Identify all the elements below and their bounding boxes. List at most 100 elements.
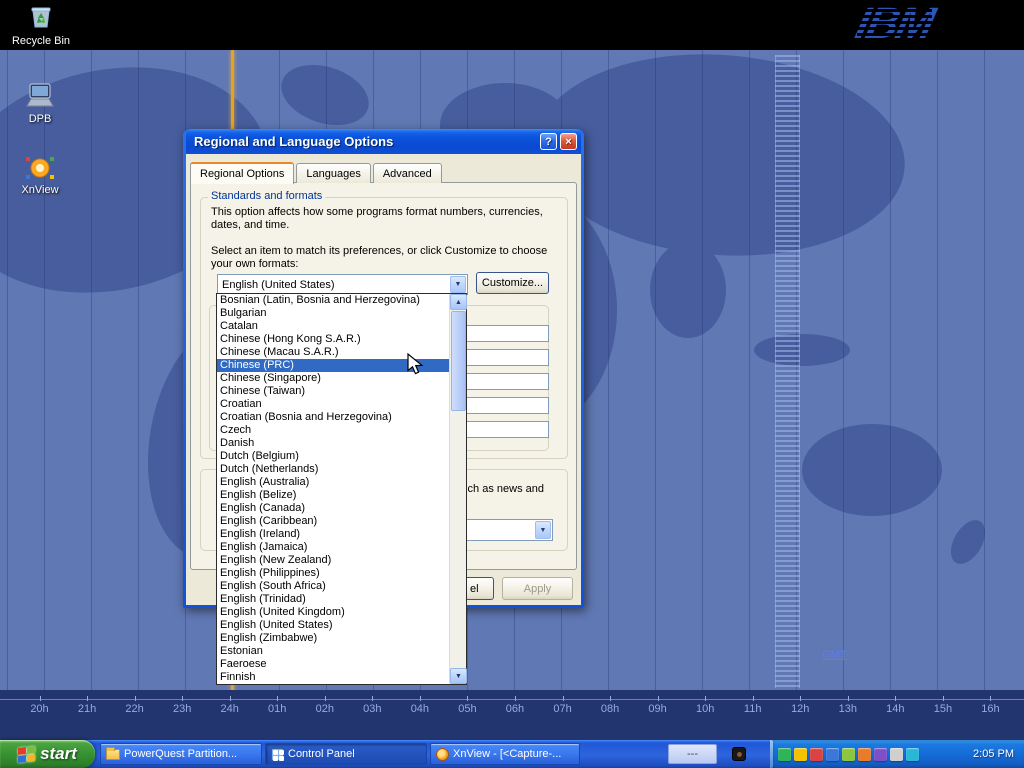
language-list-item[interactable]: English (Belize) [217,489,449,502]
standards-description: This option affects how some programs fo… [211,206,561,232]
timezone-hour-label: 14h [882,703,909,715]
desktop-icon-xnview[interactable]: XnView [8,153,72,196]
tray-icon[interactable] [826,748,839,761]
timezone-hour-label: 02h [311,703,338,715]
language-list-item[interactable]: Finnish [217,671,449,684]
taskbar-toolbar[interactable] [722,743,756,765]
dialog-title: Regional and Language Options [194,134,537,149]
timezone-hour-label: 16h [977,703,1004,715]
apply-button[interactable]: Apply [502,577,573,600]
tray-icon[interactable] [890,748,903,761]
scroll-up-icon[interactable]: ▲ [450,294,467,310]
help-button[interactable]: ? [540,133,557,150]
xnview-icon [24,153,56,183]
scrollbar-thumb[interactable] [451,311,466,411]
task-button-control-panel[interactable]: Control Panel [265,743,427,765]
language-list-item[interactable]: English (Jamaica) [217,541,449,554]
timezone-hour-label: 01h [264,703,291,715]
chevron-down-icon[interactable]: ▼ [535,521,551,539]
language-list-item[interactable]: English (United States) [217,619,449,632]
desktop: 20h21h22h23h24h01h02h03h04h05h06h07h08h0… [0,0,1024,768]
dialog-tab[interactable]: Advanced [373,163,442,183]
desktop-icons: DPB XnView [8,82,72,224]
language-list-item[interactable]: Dutch (Netherlands) [217,463,449,476]
start-button[interactable]: start [0,740,95,768]
close-button[interactable]: × [560,133,577,150]
language-list-item[interactable]: English (Trinidad) [217,593,449,606]
desktop-icon-label: DPB [8,113,72,125]
location-text-fragment: uch as news and [461,483,544,496]
timezone-hour-label: 10h [692,703,719,715]
language-list-item[interactable]: English (Australia) [217,476,449,489]
language-list-item[interactable]: Bosnian (Latin, Bosnia and Herzegovina) [217,294,449,307]
tray-icon[interactable] [794,748,807,761]
tray-icon[interactable] [778,748,791,761]
task-button-powerquest[interactable]: PowerQuest Partition... [100,743,262,765]
tray-icon[interactable] [874,748,887,761]
recycle-bin-glyph [28,3,54,29]
clock[interactable]: 2:05 PM [973,748,1024,760]
gmt-label: GMT [822,649,846,661]
language-list-item[interactable]: English (Caribbean) [217,515,449,528]
language-list-item[interactable]: Bulgarian [217,307,449,320]
language-list-item[interactable]: Croatian [217,398,449,411]
hour-scale-line [0,699,1024,700]
recycle-bin-label: Recycle Bin [10,35,72,47]
taskbar-overflow-button[interactable]: --- [668,744,717,764]
task-button-xnview[interactable]: XnView - [<Capture-... [430,743,580,765]
map-bottom-band [0,690,1024,740]
chevron-down-icon[interactable]: ▼ [450,276,466,293]
dialog-tab[interactable]: Regional Options [190,162,294,184]
timezone-hour-label: 22h [121,703,148,715]
language-list-item[interactable]: Dutch (Belgium) [217,450,449,463]
dialog-tab[interactable]: Languages [296,163,370,183]
format-combo-value: English (United States) [222,279,335,291]
toolbar-icon [732,747,746,761]
standards-select-text: Select an item to match its preferences,… [211,245,561,271]
tray-icons [778,748,919,761]
language-list-item[interactable]: Chinese (Hong Kong S.A.R.) [217,333,449,346]
format-combo[interactable]: English (United States) ▼ [217,274,468,295]
top-black-bar: Recycle Bin IBM [0,0,1024,50]
scroll-down-icon[interactable]: ▼ [450,668,467,684]
language-list-item[interactable]: English (Canada) [217,502,449,515]
language-list-item[interactable]: English (Philippines) [217,567,449,580]
timezone-hour-label: 04h [406,703,433,715]
dialog-titlebar[interactable]: Regional and Language Options ? × [186,129,581,154]
language-list-item[interactable]: Faeroese [217,658,449,671]
timezone-hour-label: 15h [929,703,956,715]
timezone-hour-label: 08h [597,703,624,715]
language-list-item[interactable]: English (South Africa) [217,580,449,593]
ibm-logo: IBM [857,0,932,48]
language-list-item[interactable]: Danish [217,437,449,450]
desktop-icon-dpb[interactable]: DPB [8,82,72,125]
timezone-hour-label: 06h [501,703,528,715]
recycle-bin-icon[interactable]: Recycle Bin [10,3,72,47]
language-list-item[interactable]: English (United Kingdom) [217,606,449,619]
tray-icon[interactable] [842,748,855,761]
language-list-item[interactable]: Chinese (Taiwan) [217,385,449,398]
timezone-hour-label: 05h [454,703,481,715]
tray-icon[interactable] [858,748,871,761]
regional-language-options-dialog: Regional and Language Options ? × Region… [183,129,584,608]
dateline-hatch-band [775,55,800,688]
language-list-item[interactable]: English (Ireland) [217,528,449,541]
language-list-item[interactable]: English (Zimbabwe) [217,632,449,645]
customize-button[interactable]: Customize... [476,272,549,294]
list-scrollbar[interactable]: ▲ ▼ [449,294,466,684]
timezone-hour-label: 03h [359,703,386,715]
language-list-item[interactable]: Catalan [217,320,449,333]
timezone-hour-label: 24h [216,703,243,715]
dialog-tabs: Regional OptionsLanguagesAdvanced [190,162,444,183]
tray-icon[interactable] [906,748,919,761]
timezone-hour-label: 23h [169,703,196,715]
language-dropdown-list: Bosnian (Latin, Bosnia and Herzegovina)B… [216,293,467,685]
language-list-item[interactable]: Estonian [217,645,449,658]
language-list-item[interactable]: Czech [217,424,449,437]
mouse-cursor-icon [407,353,429,377]
timezone-hour-scale: 20h21h22h23h24h01h02h03h04h05h06h07h08h0… [26,703,1004,715]
language-list-item[interactable]: Croatian (Bosnia and Herzegovina) [217,411,449,424]
language-list-item[interactable]: English (New Zealand) [217,554,449,567]
timezone-hour-label: 12h [787,703,814,715]
tray-icon[interactable] [810,748,823,761]
